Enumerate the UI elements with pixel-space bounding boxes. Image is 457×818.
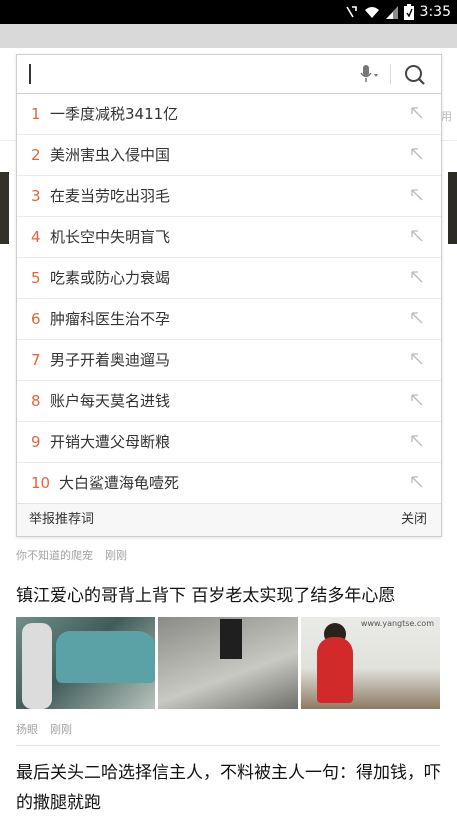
close-suggestions-button[interactable]: 关闭 bbox=[401, 504, 427, 536]
photo-car bbox=[56, 631, 156, 683]
suggestion-text: 肿瘤科医生治不孕 bbox=[50, 310, 171, 328]
fill-query-arrow-icon[interactable] bbox=[409, 474, 425, 490]
suggestion-text: 开销大遭父母断粮 bbox=[50, 433, 171, 451]
photo-figure bbox=[316, 637, 353, 703]
article-time: 刚刚 bbox=[50, 723, 72, 736]
search-divider bbox=[390, 64, 391, 84]
article-meta: 扬眼 刚刚 bbox=[16, 721, 72, 737]
suggestion-footer: 举报推荐词 关闭 bbox=[17, 503, 441, 536]
photo-watermark: www.yangtse.com bbox=[360, 619, 434, 628]
suggestion-item[interactable]: 5 吃素或防心力衰竭 bbox=[17, 258, 441, 299]
fill-query-arrow-icon[interactable] bbox=[409, 392, 425, 408]
status-icons: 3:35 bbox=[344, 3, 451, 21]
suggestion-text: 男子开着奥迪遛马 bbox=[50, 351, 171, 369]
feed-divider bbox=[16, 745, 440, 746]
article-meta: 你不知道的爬宠 刚刚 bbox=[16, 547, 127, 563]
suggestion-item[interactable]: 6 肿瘤科医生治不孕 bbox=[17, 299, 441, 340]
report-suggestions-button[interactable]: 举报推荐词 bbox=[29, 504, 94, 536]
article-time: 刚刚 bbox=[105, 549, 127, 562]
fill-query-arrow-icon[interactable] bbox=[409, 269, 425, 285]
status-time: 3:35 bbox=[419, 4, 451, 20]
article-title[interactable]: 镇江爱心的哥背上背下 百岁老太实现了结多年心愿 bbox=[16, 581, 441, 611]
fill-query-arrow-icon[interactable] bbox=[409, 351, 425, 367]
photo-person bbox=[22, 623, 52, 709]
article-source: 你不知道的爬宠 bbox=[16, 549, 93, 562]
photo-doorway bbox=[220, 619, 243, 659]
battery-icon bbox=[403, 4, 414, 20]
article-photo[interactable] bbox=[16, 617, 156, 709]
suggestion-text: 大白鲨遭海龟噎死 bbox=[59, 474, 180, 492]
suggestion-text: 美洲害虫入侵中国 bbox=[50, 146, 171, 164]
fill-query-arrow-icon[interactable] bbox=[409, 187, 425, 203]
fill-query-arrow-icon[interactable] bbox=[409, 310, 425, 326]
suggestion-rank: 4 bbox=[31, 228, 41, 246]
suggestion-item[interactable]: 1 一季度减税3411亿 bbox=[17, 94, 441, 135]
suggestion-item[interactable]: 4 机长空中失明盲飞 bbox=[17, 217, 441, 258]
suggestion-item[interactable]: 9 开销大遭父母断粮 bbox=[17, 422, 441, 463]
suggestion-rank: 5 bbox=[31, 269, 41, 287]
suggestion-rank: 6 bbox=[31, 310, 41, 328]
search-suggestion-panel: 1 一季度减税3411亿 2 美洲害虫入侵中国 3 在麦当劳吃出羽毛 4 机长空… bbox=[16, 54, 442, 537]
suggestion-item[interactable]: 2 美洲害虫入侵中国 bbox=[17, 135, 441, 176]
suggestion-item[interactable]: 7 男子开着奥迪遛马 bbox=[17, 340, 441, 381]
search-icon[interactable] bbox=[403, 63, 427, 87]
suggestion-rank: 10 bbox=[31, 474, 51, 492]
article-title[interactable]: 最后关头二哈选择信主人，不料被主人一句：得加钱，吓的撒腿就跑 bbox=[16, 758, 441, 818]
suggestion-item[interactable]: 3 在麦当劳吃出羽毛 bbox=[17, 176, 441, 217]
wifi-icon bbox=[364, 7, 379, 18]
suggestion-text: 在麦当劳吃出羽毛 bbox=[50, 187, 171, 205]
suggestion-rank: 8 bbox=[31, 392, 41, 410]
mute-icon bbox=[345, 6, 357, 18]
suggestion-rank: 9 bbox=[31, 433, 41, 451]
search-bar[interactable] bbox=[17, 55, 441, 94]
article-photos[interactable]: www.yangtse.com bbox=[16, 617, 440, 709]
background-thumbnail-right bbox=[448, 172, 457, 244]
background-snippet: 用 bbox=[441, 110, 452, 123]
article-photo[interactable] bbox=[158, 617, 298, 709]
article-source: 扬眼 bbox=[16, 723, 38, 736]
fill-query-arrow-icon[interactable] bbox=[409, 228, 425, 244]
suggestion-rank: 2 bbox=[31, 146, 41, 164]
background-thumbnail-left bbox=[0, 172, 9, 244]
fill-query-arrow-icon[interactable] bbox=[409, 105, 425, 121]
suggestion-text: 账户每天莫名进钱 bbox=[50, 392, 171, 410]
suggestion-text: 机长空中失明盲飞 bbox=[50, 228, 171, 246]
mic-icon[interactable] bbox=[357, 63, 383, 85]
top-bar bbox=[0, 24, 457, 48]
suggestion-item[interactable]: 8 账户每天莫名进钱 bbox=[17, 381, 441, 422]
fill-query-arrow-icon[interactable] bbox=[409, 433, 425, 449]
suggestion-item[interactable]: 10 大白鲨遭海龟噎死 bbox=[17, 463, 441, 503]
article-photo[interactable]: www.yangtse.com bbox=[300, 617, 440, 709]
suggestion-rank: 1 bbox=[31, 105, 41, 123]
fill-query-arrow-icon[interactable] bbox=[409, 146, 425, 162]
signal-icon bbox=[385, 6, 398, 19]
suggestion-rank: 7 bbox=[31, 351, 41, 369]
status-bar: 3:35 bbox=[0, 0, 457, 24]
suggestion-rank: 3 bbox=[31, 187, 41, 205]
search-input-caret[interactable] bbox=[29, 64, 31, 84]
suggestion-text: 一季度减税3411亿 bbox=[50, 105, 179, 123]
suggestion-text: 吃素或防心力衰竭 bbox=[50, 269, 171, 287]
